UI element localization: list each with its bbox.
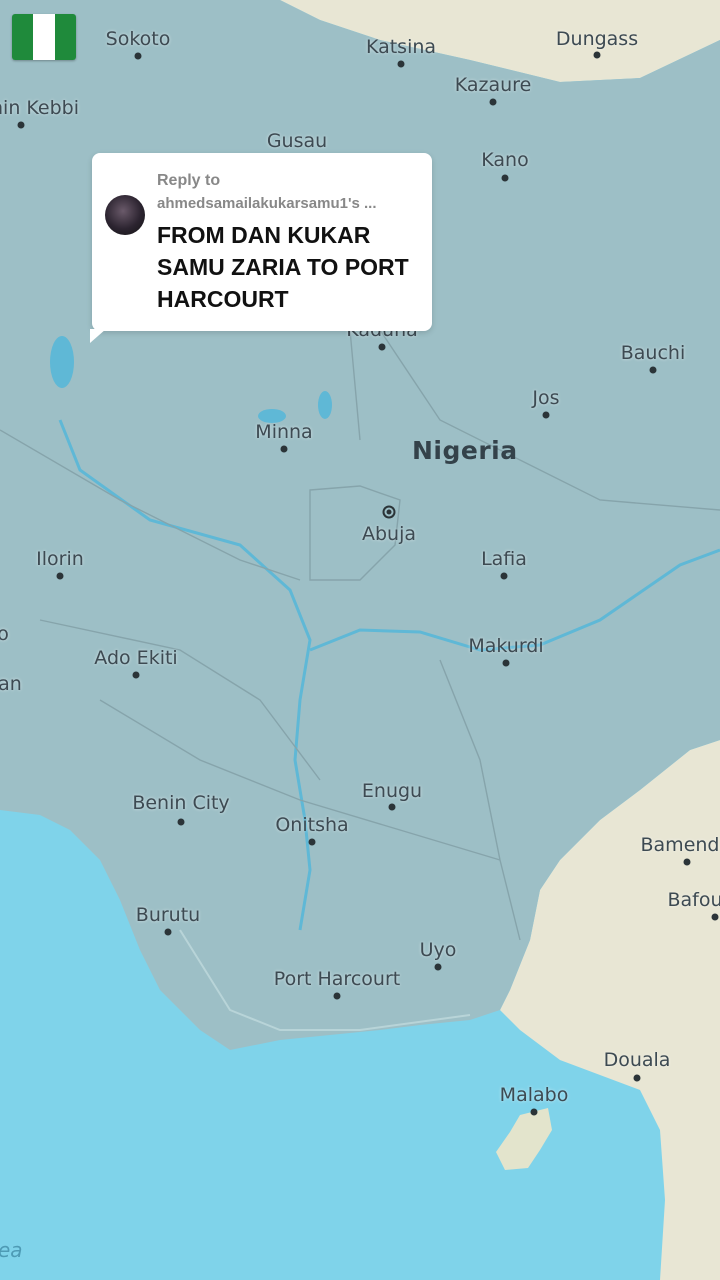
city-katsina-label: Katsina [365,36,437,58]
city-ilorin-dot [56,572,64,580]
city-bafoussam-dot [711,913,719,921]
city-benin-city-label: Benin City [132,792,230,814]
city-kaduna-dot [378,343,386,351]
country-label: Nigeria [412,436,518,465]
city-malabo-label: Malabo [499,1084,569,1106]
reply-card-tail [90,329,106,343]
flag-stripe-right [54,14,76,60]
city-birnin-kebbi-label: nin Kebbi [0,97,80,119]
kainji-lake [50,336,74,388]
city-douala-label: Douala [603,1049,671,1071]
city-minna-dot [280,445,288,453]
reply-username[interactable]: ahmedsamailakukarsamu1's ... [157,195,419,212]
city-minna-label: Minna [255,421,313,443]
city-gusau-label: Gusau [266,130,328,152]
city-sokoto-label: Sokoto [105,28,171,50]
city-kano-dot [501,174,509,182]
reply-comment-text: FROM DAN KUKAR SAMU ZARIA TO PORT HARCOU… [157,222,409,312]
city-abuja-label: Abuja [361,523,417,545]
capital-abuja-dot [382,505,396,519]
city-makurdi-label: Makurdi [468,635,544,657]
city-bamenda-dot [683,858,691,866]
city-katsina-dot [397,60,405,68]
city-kazaure-dot [489,98,497,106]
reservoir [318,391,332,419]
city-oyo-label: o [0,623,9,645]
city-jos-dot [542,411,550,419]
city-uyo-dot [434,963,442,971]
nigeria-flag-icon [12,14,76,60]
reply-heading: Reply to [157,172,221,189]
city-ado-ekiti-label: Ado Ekiti [94,647,178,669]
city-birnin-kebbi-dot [17,121,25,129]
city-benin-city-dot [177,818,185,826]
city-kazaure-label: Kazaure [454,74,532,96]
city-bamenda-label: Bamend [640,834,720,856]
avatar[interactable] [105,195,145,235]
city-ibadan-label: an [0,673,22,695]
city-ilorin-label: Ilorin [36,548,84,570]
city-jos-label: Jos [532,387,560,409]
city-makurdi-dot [502,659,510,667]
city-sokoto-dot [134,52,142,60]
city-bauchi-label: Bauchi [620,342,686,364]
city-lafia-dot [500,572,508,580]
city-port-harcourt-dot [333,992,341,1000]
city-port-harcourt-label: Port Harcourt [273,968,401,990]
city-bauchi-dot [649,366,657,374]
city-douala-dot [633,1074,641,1082]
city-kano-label: Kano [481,149,529,171]
city-enugu-label: Enugu [361,780,423,802]
sea-label: ea [0,1238,23,1262]
flag-stripe-left [12,14,34,60]
city-malabo-dot [530,1108,538,1116]
city-burutu-dot [164,928,172,936]
city-uyo-label: Uyo [419,939,457,961]
city-bafoussam-label: Bafou [667,889,720,911]
city-enugu-dot [388,803,396,811]
city-onitsha-dot [308,838,316,846]
reply-comment-card[interactable]: Reply to ahmedsamailakukarsamu1's ... FR… [90,153,432,343]
city-dungass-dot [593,51,601,59]
flag-stripe-center [33,14,55,60]
city-burutu-label: Burutu [135,904,201,926]
city-ado-ekiti-dot [132,671,140,679]
city-dungass-label: Dungass [555,28,639,50]
city-lafia-label: Lafia [481,548,527,570]
city-onitsha-label: Onitsha [275,814,349,836]
